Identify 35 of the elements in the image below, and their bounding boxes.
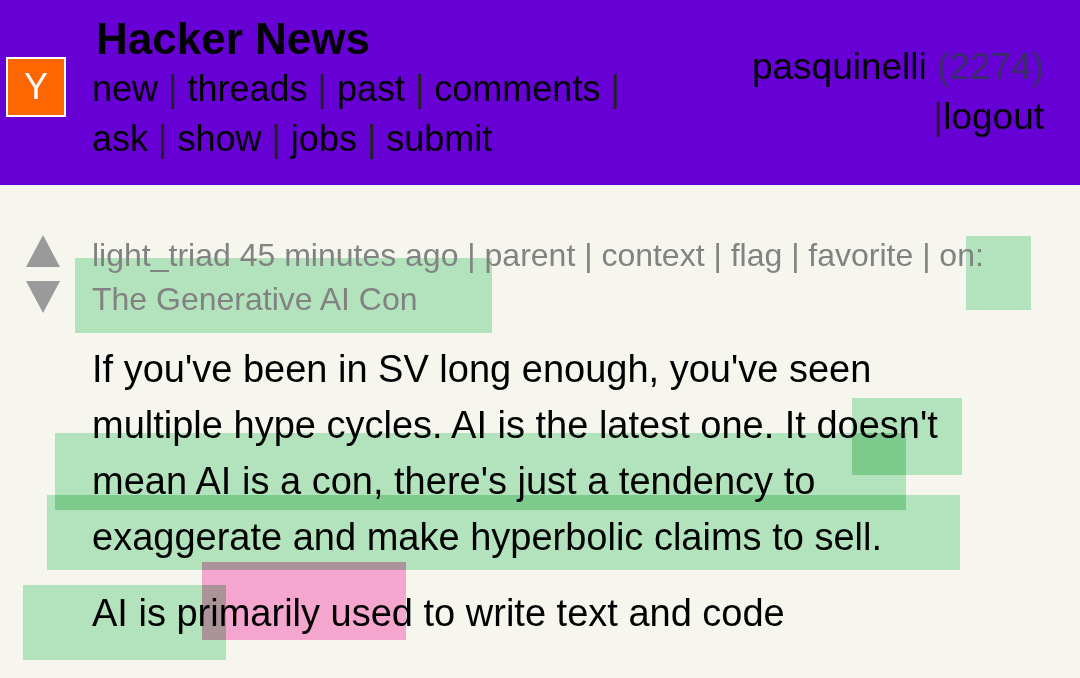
upvote-icon[interactable] bbox=[26, 235, 60, 267]
separator: | bbox=[366, 118, 377, 159]
separator: | bbox=[610, 68, 620, 109]
logout-link[interactable]: logout bbox=[943, 96, 1044, 137]
separator: | bbox=[791, 237, 800, 273]
separator: | bbox=[271, 118, 281, 159]
separator: | bbox=[713, 237, 722, 273]
site-title[interactable]: Hacker News bbox=[96, 14, 370, 64]
separator: | bbox=[158, 118, 168, 159]
comment-paragraph: AI is primarily used to write text and code bbox=[92, 591, 786, 636]
separator: | bbox=[922, 237, 931, 273]
comment-paragraph: If you've been in SV long enough, you've seen multiple hype cycles. AI is the latest one. It doesn't mean AI is a con, there's just a tendency to exaggerate and make hyperbolic claims to sell. bbox=[92, 347, 939, 560]
separator: | bbox=[414, 68, 425, 109]
nav-link[interactable]: show bbox=[177, 118, 262, 159]
nav-link[interactable]: ask bbox=[92, 118, 149, 159]
separator: | bbox=[168, 68, 178, 109]
nav-link[interactable]: jobs bbox=[290, 118, 357, 159]
nav-link[interactable]: submit bbox=[386, 118, 493, 159]
story-title-link[interactable]: The Generative AI Con bbox=[92, 281, 418, 317]
comment-action-link[interactable]: favorite bbox=[808, 237, 914, 273]
comment-action-link[interactable]: context bbox=[601, 237, 705, 273]
separator: | bbox=[467, 237, 476, 273]
nav-link[interactable]: past bbox=[336, 68, 405, 109]
nav-link[interactable]: new bbox=[92, 68, 159, 109]
downvote-icon[interactable] bbox=[26, 281, 60, 313]
comment-action-link[interactable]: parent bbox=[484, 237, 576, 273]
separator: | bbox=[933, 96, 944, 137]
logo-icon[interactable]: Y bbox=[6, 57, 66, 117]
separator: | bbox=[584, 237, 593, 273]
nav-link[interactable]: comments bbox=[434, 68, 601, 109]
username-link[interactable]: pasquinelli bbox=[751, 46, 927, 87]
separator: | bbox=[317, 68, 327, 109]
karma-count: (2274) bbox=[937, 46, 1044, 87]
nav-link[interactable]: threads bbox=[187, 68, 308, 109]
comment-action-link[interactable]: flag bbox=[730, 237, 783, 273]
